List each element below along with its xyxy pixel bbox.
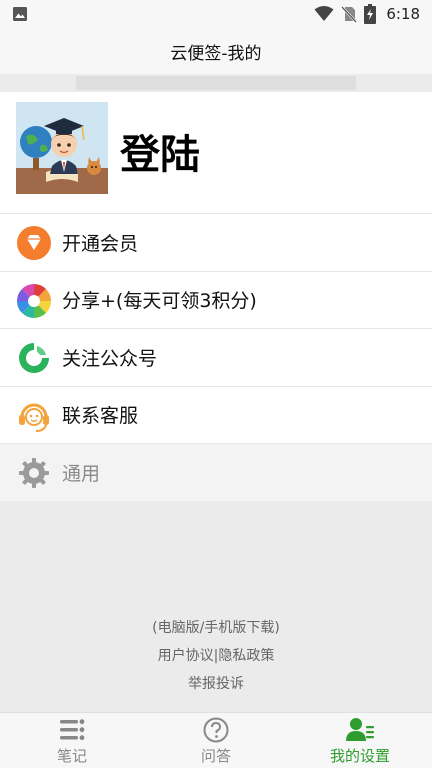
page-title: 云便签-我的 [170,43,262,64]
customer-service-icon [19,403,49,432]
graduate-avatar-illustration [16,102,108,194]
settings-menu: 开通会员 分享+(每天可领3积分) 关注公众号 联系客服 通用 [0,213,432,501]
report-link[interactable]: 举报投诉 [188,676,244,692]
menu-label-share: 分享+(每天可领3积分) [62,290,257,313]
wechat-official-icon [19,343,49,373]
menu-label-follow: 关注公众号 [62,347,158,370]
avatar[interactable] [16,102,108,194]
tab-notes-label: 笔记 [56,747,87,765]
status-bar: 6:18 [0,0,432,28]
footer-links: (电脑版/手机版下载) 用户协议|隐私政策 举报投诉 [0,618,432,702]
question-icon [203,717,229,743]
battery-charging-icon [364,4,377,24]
gallery-icon [13,7,27,21]
tab-qa[interactable]: 问答 [144,713,288,768]
menu-item-contact[interactable]: 联系客服 [0,385,432,444]
gear-icon [19,458,49,488]
list-icon [60,719,85,741]
download-link[interactable]: (电脑版/手机版下载) [152,620,280,636]
title-bar: 云便签-我的 [0,28,432,74]
menu-label-vip: 开通会员 [62,232,139,255]
user-settings-icon [346,718,374,741]
diamond-icon [17,226,51,260]
tab-my-settings-label: 我的设置 [329,747,390,765]
menu-item-share[interactable]: 分享+(每天可领3积分) [0,270,432,329]
menu-item-follow[interactable]: 关注公众号 [0,328,432,386]
profile-section[interactable]: 登陆 [0,92,432,213]
share-pinwheel-icon [17,283,51,318]
tab-qa-label: 问答 [200,747,231,765]
login-label[interactable]: 登陆 [120,122,200,180]
privacy-policy-link[interactable]: 隐私政策 [218,648,274,664]
menu-item-general[interactable]: 通用 [0,443,432,501]
user-agreement-link[interactable]: 用户协议 [158,648,214,664]
tab-notes[interactable]: 笔记 [0,713,144,768]
no-sim-icon [341,6,358,23]
top-scroll-indicator [76,76,356,90]
tab-my-settings[interactable]: 我的设置 [288,713,432,768]
wifi-icon [314,6,334,21]
bottom-tab-bar: 笔记 问答 我的设置 [0,712,432,768]
menu-label-general: 通用 [62,462,101,485]
clock: 6:18 [386,5,420,23]
menu-label-contact: 联系客服 [62,405,139,428]
menu-item-vip[interactable]: 开通会员 [0,213,432,271]
